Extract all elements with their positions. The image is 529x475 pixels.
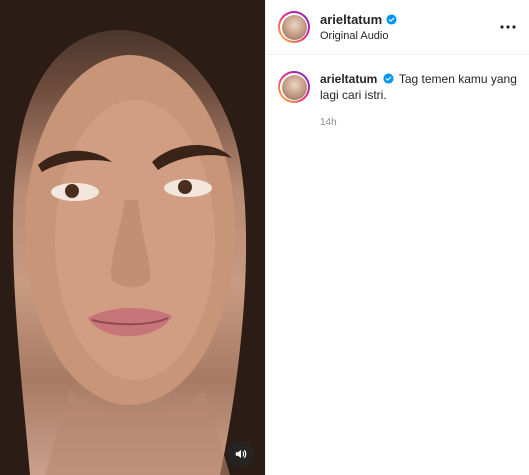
reel-video[interactable]	[0, 0, 265, 475]
verified-badge-icon	[383, 73, 394, 84]
more-options-icon	[500, 25, 516, 29]
post-viewer: arieltatum Original Audio arieltatum Tag…	[0, 0, 529, 475]
video-frame	[0, 0, 265, 475]
caption-username[interactable]: arieltatum	[320, 72, 377, 86]
more-options-button[interactable]	[497, 16, 519, 38]
sound-on-icon	[235, 449, 247, 459]
audio-link[interactable]: Original Audio	[320, 30, 497, 42]
post-side-panel: arieltatum Original Audio arieltatum Tag…	[265, 0, 529, 475]
post-header: arieltatum Original Audio	[266, 0, 529, 55]
author-avatar[interactable]	[278, 11, 310, 43]
post-timestamp[interactable]: 14h	[320, 117, 517, 128]
caption-comment: arieltatum Tag temen kamu yang lagi cari…	[266, 55, 529, 128]
author-username[interactable]: arieltatum	[320, 12, 382, 27]
caption-author-avatar[interactable]	[278, 71, 310, 103]
verified-badge-icon	[386, 14, 397, 25]
sound-toggle-button[interactable]	[228, 441, 254, 467]
